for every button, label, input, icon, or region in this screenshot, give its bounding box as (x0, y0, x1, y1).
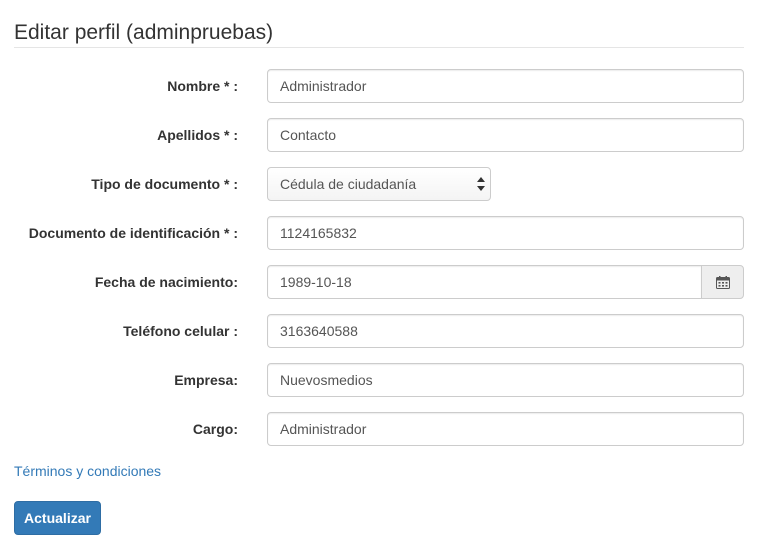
page-title: Editar perfil (adminpruebas) (14, 21, 274, 44)
form-row-nombre: Nombre * : Administrador (0, 69, 764, 103)
tipo-documento-selected: Cédula de ciudadanía (280, 176, 417, 192)
calendar-icon (716, 276, 730, 289)
form-row-tipo-documento: Tipo de documento * : Cédula de ciudadan… (0, 167, 764, 201)
documento-label: Documento de identificación * : (28, 225, 238, 241)
documento-input[interactable]: 1124165832 (267, 216, 744, 250)
apellidos-label: Apellidos * : (157, 127, 238, 143)
fecha-nacimiento-label: Fecha de nacimiento: (94, 274, 238, 290)
fecha-nacimiento-input[interactable]: 1989-10-18 (267, 265, 702, 299)
terminos-link[interactable]: Términos y condiciones (14, 462, 161, 480)
nombre-label: Nombre * : (167, 78, 238, 94)
empresa-input[interactable]: Nuevosmedios (267, 363, 744, 397)
nombre-input[interactable]: Administrador (267, 69, 744, 103)
empresa-label: Empresa: (174, 372, 238, 388)
calendar-button[interactable] (701, 265, 744, 299)
edit-profile-page: Editar perfil (adminpruebas) Nombre * : … (0, 0, 764, 559)
select-arrows-icon (477, 177, 485, 191)
form-row-telefono: Teléfono celular : 3163640588 (0, 314, 764, 348)
telefono-label: Teléfono celular : (123, 323, 238, 339)
form-row-fecha-nacimiento: Fecha de nacimiento: 1989-10-18 (0, 265, 764, 299)
title-divider (14, 47, 744, 48)
telefono-input[interactable]: 3163640588 (267, 314, 744, 348)
fecha-nacimiento-group: 1989-10-18 (267, 265, 744, 299)
form-row-apellidos: Apellidos * : Contacto (0, 118, 764, 152)
actualizar-button[interactable]: Actualizar (14, 501, 101, 535)
form-row-documento: Documento de identificación * : 11241658… (0, 216, 764, 250)
cargo-label: Cargo: (192, 421, 238, 437)
cargo-input[interactable]: Administrador (267, 412, 744, 446)
form-row-empresa: Empresa: Nuevosmedios (0, 363, 764, 397)
tipo-documento-select[interactable]: Cédula de ciudadanía (267, 167, 491, 201)
form-row-cargo: Cargo: Administrador (0, 412, 764, 446)
apellidos-input[interactable]: Contacto (267, 118, 744, 152)
tipo-documento-label: Tipo de documento * : (91, 176, 238, 192)
